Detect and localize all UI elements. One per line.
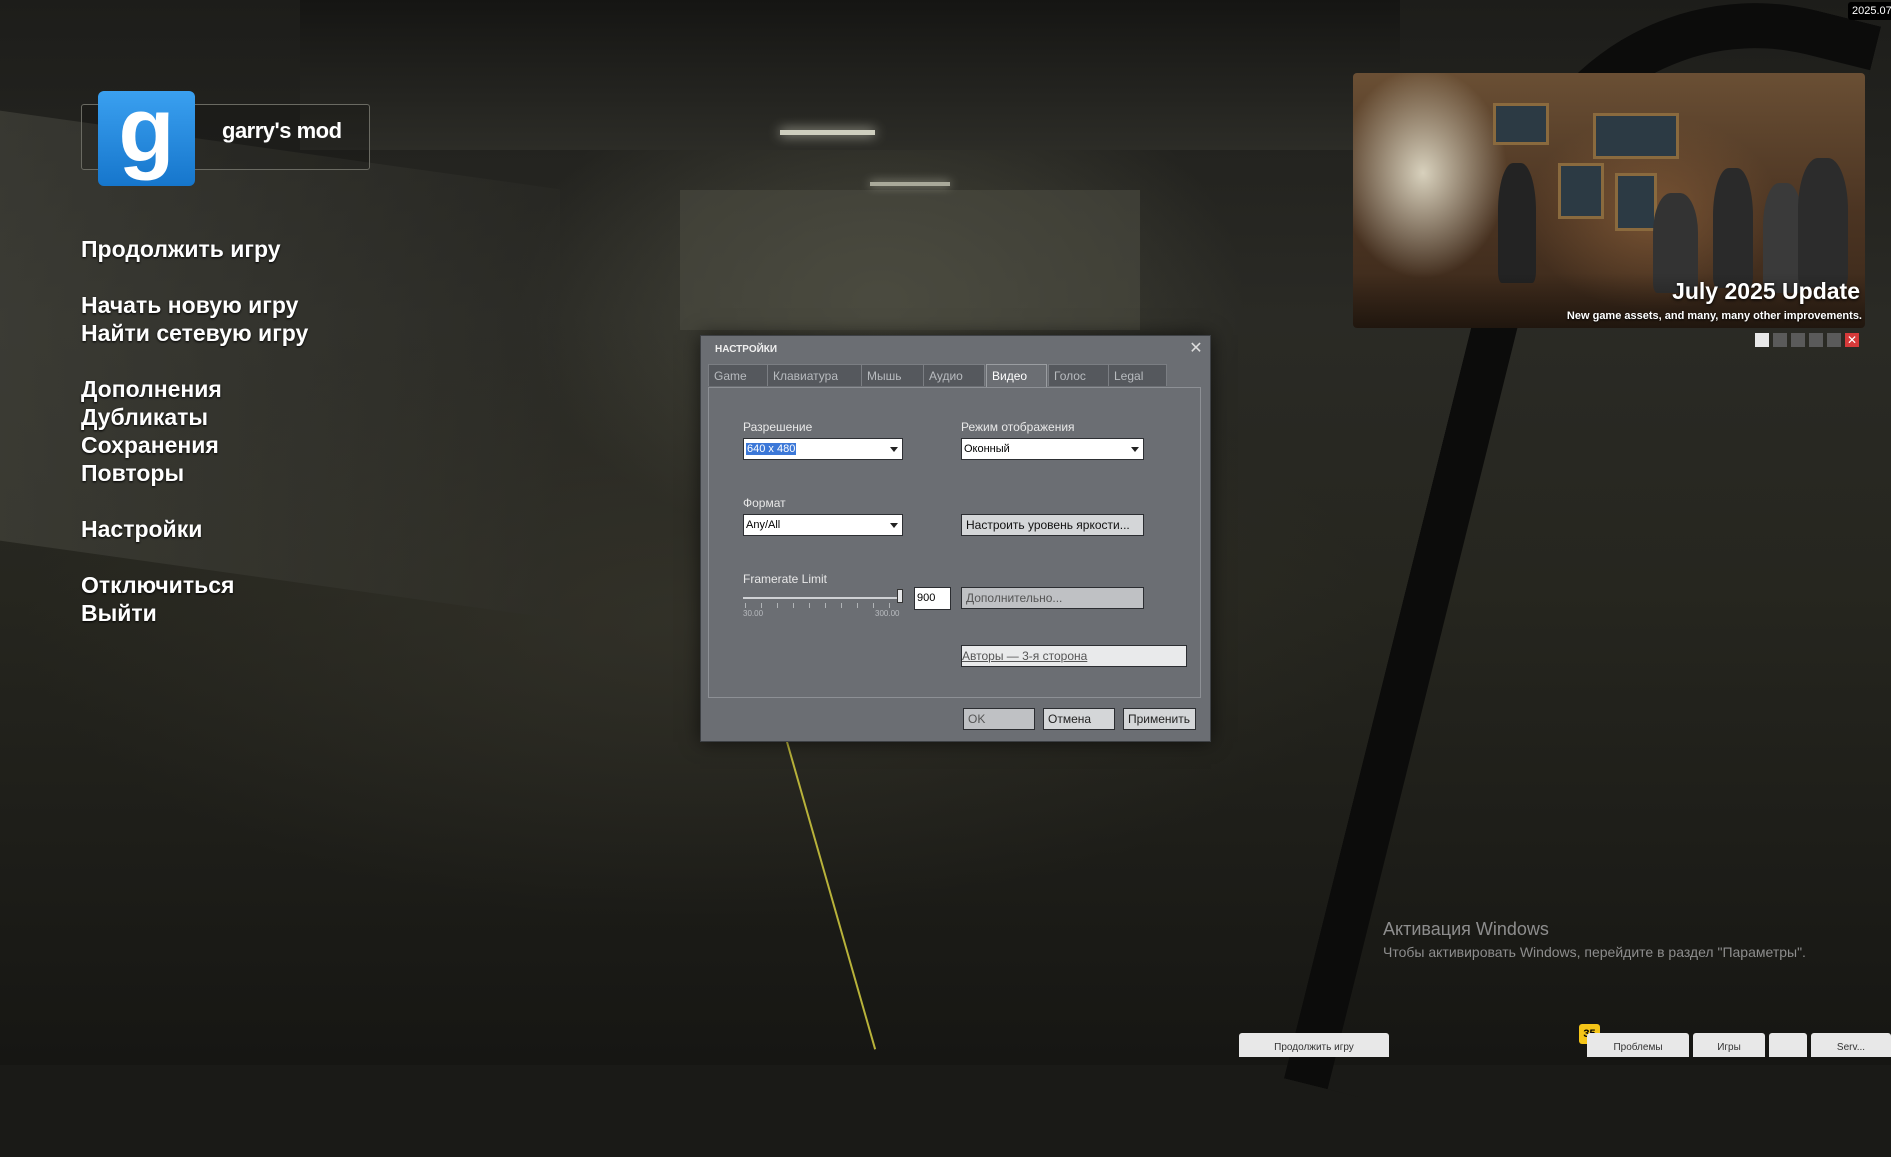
menu-addons[interactable]: Дополнения [81, 376, 222, 403]
slider-tick [777, 603, 778, 608]
slider-tick [889, 603, 890, 608]
resolution-value: 640 x 480 [746, 443, 797, 455]
bottom-problems-button[interactable]: Проблемы [1587, 1033, 1689, 1057]
apply-button[interactable]: Применить [1123, 708, 1196, 730]
news-subtitle: New game assets, and many, many other im… [1566, 310, 1862, 322]
settings-dialog: Настройки ✕ Game Клавиатура Мышь Аудио В… [700, 335, 1211, 742]
menu-settings[interactable]: Настройки [81, 516, 202, 543]
menu-quit[interactable]: Выйти [81, 600, 157, 627]
news-close-icon[interactable]: ✕ [1845, 333, 1859, 347]
news-page-dot[interactable] [1791, 333, 1805, 347]
tab-game[interactable]: Game [708, 364, 768, 386]
menu-saves[interactable]: Сохранения [81, 432, 219, 459]
resolution-label: Разрешение [743, 420, 813, 434]
slider-tick [857, 603, 858, 608]
news-page-dot[interactable] [1809, 333, 1823, 347]
menu-disconnect[interactable]: Отключиться [81, 572, 234, 599]
third-party-credits-button[interactable]: Авторы — 3-я сторона [961, 645, 1187, 667]
activation-watermark-subtitle: Чтобы активировать Windows, перейдите в … [1383, 944, 1806, 960]
slider-tick [761, 603, 762, 608]
brightness-button[interactable]: Настроить уровень яркости... [961, 514, 1144, 536]
rope-line [786, 741, 877, 1050]
tab-mouse[interactable]: Мышь [861, 364, 924, 386]
slider-max-label: 300.00 [875, 609, 900, 618]
tab-keyboard[interactable]: Клавиатура [767, 364, 862, 386]
video-settings-panel: Разрешение 640 x 480 Режим отображения О… [708, 387, 1201, 698]
ceiling-light [780, 130, 875, 135]
chevron-down-icon [1131, 447, 1139, 452]
control-panels-back [680, 190, 1140, 330]
character [1798, 158, 1848, 288]
menu-new-game[interactable]: Начать новую игру [81, 292, 298, 319]
news-page-dot[interactable] [1827, 333, 1841, 347]
ok-button[interactable]: OK [963, 708, 1035, 730]
ceiling-light [870, 182, 950, 186]
bottom-games-button[interactable]: Игры [1693, 1033, 1765, 1057]
slider-tick [809, 603, 810, 608]
slider-tick [745, 603, 746, 608]
format-label: Формат [743, 496, 786, 510]
framerate-input[interactable]: 900 [914, 587, 951, 610]
tab-audio[interactable]: Аудио [923, 364, 985, 386]
painting [1558, 163, 1604, 219]
framerate-label: Framerate Limit [743, 572, 828, 586]
clock-label: 2025.07 [1848, 2, 1891, 20]
slider-tick [825, 603, 826, 608]
slider-min-label: 30.00 [743, 609, 764, 618]
tab-video[interactable]: Видео [986, 364, 1047, 388]
cancel-button[interactable]: Отмена [1043, 708, 1115, 730]
news-pager: ✕ [1755, 333, 1863, 347]
painting [1493, 103, 1549, 145]
slider-tick [793, 603, 794, 608]
bottom-language-button[interactable] [1769, 1033, 1807, 1057]
character [1498, 163, 1536, 283]
painting [1615, 173, 1657, 231]
painting [1593, 113, 1679, 159]
logo-title: garry's mod [222, 118, 342, 143]
format-select[interactable]: Any/All [743, 514, 903, 536]
display-mode-label: Режим отображения [961, 420, 1075, 434]
menu-continue[interactable]: Продолжить игру [81, 236, 281, 263]
bottom-servers-button[interactable]: Serv... [1811, 1033, 1891, 1057]
format-value: Any/All [746, 519, 781, 531]
news-panel[interactable]: July 2025 Update New game assets, and ma… [1353, 73, 1865, 328]
character [1713, 168, 1753, 288]
menu-demos[interactable]: Повторы [81, 460, 184, 487]
framerate-slider-handle[interactable] [897, 589, 903, 603]
chevron-down-icon [890, 447, 898, 452]
display-mode-value: Оконный [964, 443, 1010, 455]
dialog-title: Настройки [715, 344, 778, 355]
display-mode-select[interactable]: Оконный [961, 438, 1144, 460]
control-panels-left [0, 110, 560, 620]
menu-find-game[interactable]: Найти сетевую игру [81, 320, 308, 347]
activation-watermark-title: Активация Windows [1383, 919, 1549, 939]
gmod-logo-icon: g [98, 84, 195, 186]
framerate-slider-track[interactable] [743, 597, 903, 599]
resolution-select[interactable]: 640 x 480 [743, 438, 903, 460]
slider-tick [873, 603, 874, 608]
close-icon[interactable]: ✕ [1188, 341, 1204, 357]
tab-voice[interactable]: Голос [1048, 364, 1109, 386]
advanced-button[interactable]: Дополнительно... [961, 587, 1144, 609]
bottom-continue-button[interactable]: Продолжить игру [1239, 1033, 1389, 1057]
ceiling [300, 0, 1400, 150]
tab-legal[interactable]: Legal [1108, 364, 1167, 386]
news-title: July 2025 Update [1672, 278, 1860, 304]
chevron-down-icon [890, 523, 898, 528]
slider-tick [841, 603, 842, 608]
news-page-dot[interactable] [1755, 333, 1769, 347]
menu-dupes[interactable]: Дубликаты [81, 404, 208, 431]
news-page-dot[interactable] [1773, 333, 1787, 347]
